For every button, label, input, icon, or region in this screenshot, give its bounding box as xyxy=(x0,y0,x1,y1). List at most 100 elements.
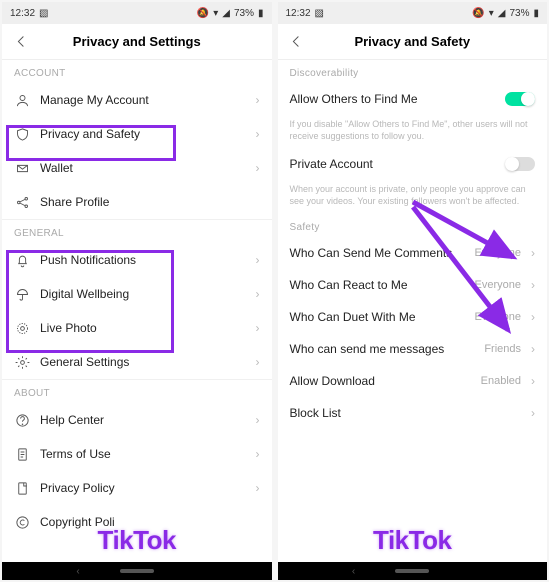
person-icon xyxy=(14,92,30,108)
row-live-photo[interactable]: Live Photo › xyxy=(2,311,272,345)
section-about: ABOUT xyxy=(2,380,272,403)
header: Privacy and Settings xyxy=(2,24,272,60)
nav-back-icon[interactable]: ‹ xyxy=(352,566,355,577)
row-label: Manage My Account xyxy=(40,93,246,107)
status-app-icon: ▧ xyxy=(39,8,48,19)
chevron-right-icon: › xyxy=(531,374,535,388)
row-help-center[interactable]: Help Center › xyxy=(2,403,272,437)
chevron-right-icon: › xyxy=(256,413,260,427)
chevron-right-icon: › xyxy=(256,481,260,495)
section-general: GENERAL xyxy=(2,220,272,243)
status-signal-icon: ◢ xyxy=(498,8,506,19)
section-account: ACCOUNT xyxy=(2,60,272,83)
status-battery-icon: ▮ xyxy=(533,8,539,19)
chevron-right-icon: › xyxy=(256,127,260,141)
chevron-right-icon: › xyxy=(256,161,260,175)
chevron-right-icon: › xyxy=(256,253,260,267)
shield-icon xyxy=(14,126,30,142)
row-label: Block List xyxy=(290,406,522,420)
row-react[interactable]: Who Can React to Me Everyone › xyxy=(278,269,548,301)
row-private-account[interactable]: Private Account xyxy=(278,148,548,180)
help-icon xyxy=(14,412,30,428)
status-signal-icon: ◢ xyxy=(222,8,230,19)
share-icon xyxy=(14,194,30,210)
row-label: Private Account xyxy=(290,157,496,171)
back-arrow-icon xyxy=(289,34,304,49)
row-download[interactable]: Allow Download Enabled › xyxy=(278,365,548,397)
row-privacy-policy[interactable]: Privacy Policy › xyxy=(2,471,272,505)
row-label: Live Photo xyxy=(40,321,246,335)
help-allow-find: If you disable "Allow Others to Find Me"… xyxy=(278,115,548,148)
android-navbar: ‹ › xyxy=(2,562,272,580)
status-bar: 12:32 ▧ 🔕 ▾ ◢73% ▮ xyxy=(278,2,548,24)
row-duet[interactable]: Who Can Duet With Me Everyone › xyxy=(278,301,548,333)
back-arrow-icon xyxy=(14,34,29,49)
row-label: Wallet xyxy=(40,161,246,175)
row-label: Who Can Duet With Me xyxy=(290,310,465,324)
back-button[interactable] xyxy=(12,33,30,51)
status-app-icon: ▧ xyxy=(315,8,324,19)
row-label: General Settings xyxy=(40,355,246,369)
row-terms[interactable]: Terms of Use › xyxy=(2,437,272,471)
toggle-allow-find[interactable] xyxy=(505,92,535,106)
copyright-icon xyxy=(14,514,30,530)
row-manage-account[interactable]: Manage My Account › xyxy=(2,83,272,117)
status-battery: 73% xyxy=(509,8,529,19)
chevron-right-icon: › xyxy=(531,246,535,260)
wallet-icon xyxy=(14,160,30,176)
row-push-notifications[interactable]: Push Notifications › xyxy=(2,243,272,277)
status-dnd-icon: 🔕 xyxy=(472,8,484,19)
nav-home-pill[interactable] xyxy=(395,569,429,573)
status-wifi-icon: ▾ xyxy=(489,8,494,19)
umbrella-icon xyxy=(14,286,30,302)
row-copyright[interactable]: Copyright Poli xyxy=(2,505,272,539)
toggle-private[interactable] xyxy=(505,157,535,171)
row-label: Allow Download xyxy=(290,374,471,388)
row-messages[interactable]: Who can send me messages Friends › xyxy=(278,333,548,365)
row-label: Who Can React to Me xyxy=(290,278,465,292)
gear-icon xyxy=(14,354,30,370)
bell-icon xyxy=(14,252,30,268)
status-bar: 12:32▧ 🔕▾◢73%▮ xyxy=(2,2,272,24)
chevron-right-icon: › xyxy=(256,93,260,107)
page-title: Privacy and Safety xyxy=(278,34,548,49)
section-safety: Safety xyxy=(278,214,548,237)
chevron-right-icon: › xyxy=(531,342,535,356)
nav-home-pill[interactable] xyxy=(120,569,154,573)
header: Privacy and Safety xyxy=(278,24,548,60)
status-wifi-icon: ▾ xyxy=(213,8,218,19)
row-label: Who can send me messages xyxy=(290,342,475,356)
row-label: Push Notifications xyxy=(40,253,246,267)
row-label: Copyright Poli xyxy=(40,515,260,529)
chevron-right-icon: › xyxy=(256,321,260,335)
row-label: Share Profile xyxy=(40,195,260,209)
row-label: Privacy Policy xyxy=(40,481,246,495)
row-block-list[interactable]: Block List › xyxy=(278,397,548,429)
row-wallet[interactable]: Wallet › xyxy=(2,151,272,185)
back-button[interactable] xyxy=(288,33,306,51)
row-label: Terms of Use xyxy=(40,447,246,461)
row-digital-wellbeing[interactable]: Digital Wellbeing › xyxy=(2,277,272,311)
status-time: 12:32 xyxy=(10,8,35,19)
row-general-settings[interactable]: General Settings › xyxy=(2,345,272,379)
android-navbar: ‹ › xyxy=(278,562,548,580)
nav-back-icon[interactable]: ‹ xyxy=(76,566,79,577)
phone-right: 12:32 ▧ 🔕 ▾ ◢73% ▮ Privacy and Safety Discov… xyxy=(278,2,548,580)
chevron-right-icon: › xyxy=(256,447,260,461)
status-time: 12:32 xyxy=(286,8,311,19)
policy-icon xyxy=(14,480,30,496)
chevron-right-icon: › xyxy=(256,287,260,301)
row-label: Allow Others to Find Me xyxy=(290,92,496,106)
row-allow-find[interactable]: Allow Others to Find Me xyxy=(278,83,548,115)
privacy-list: Discoverability Allow Others to Find Me … xyxy=(278,60,548,562)
row-privacy-safety[interactable]: Privacy and Safety › xyxy=(2,117,272,151)
row-label: Who Can Send Me Comments xyxy=(290,246,465,260)
row-share-profile[interactable]: Share Profile xyxy=(2,185,272,219)
row-value: Enabled xyxy=(481,375,521,387)
live-photo-icon xyxy=(14,320,30,336)
row-value: Everyone xyxy=(475,311,521,323)
chevron-right-icon: › xyxy=(531,406,535,420)
row-comments[interactable]: Who Can Send Me Comments Everyone › xyxy=(278,237,548,269)
document-icon xyxy=(14,446,30,462)
page-title: Privacy and Settings xyxy=(2,34,272,49)
